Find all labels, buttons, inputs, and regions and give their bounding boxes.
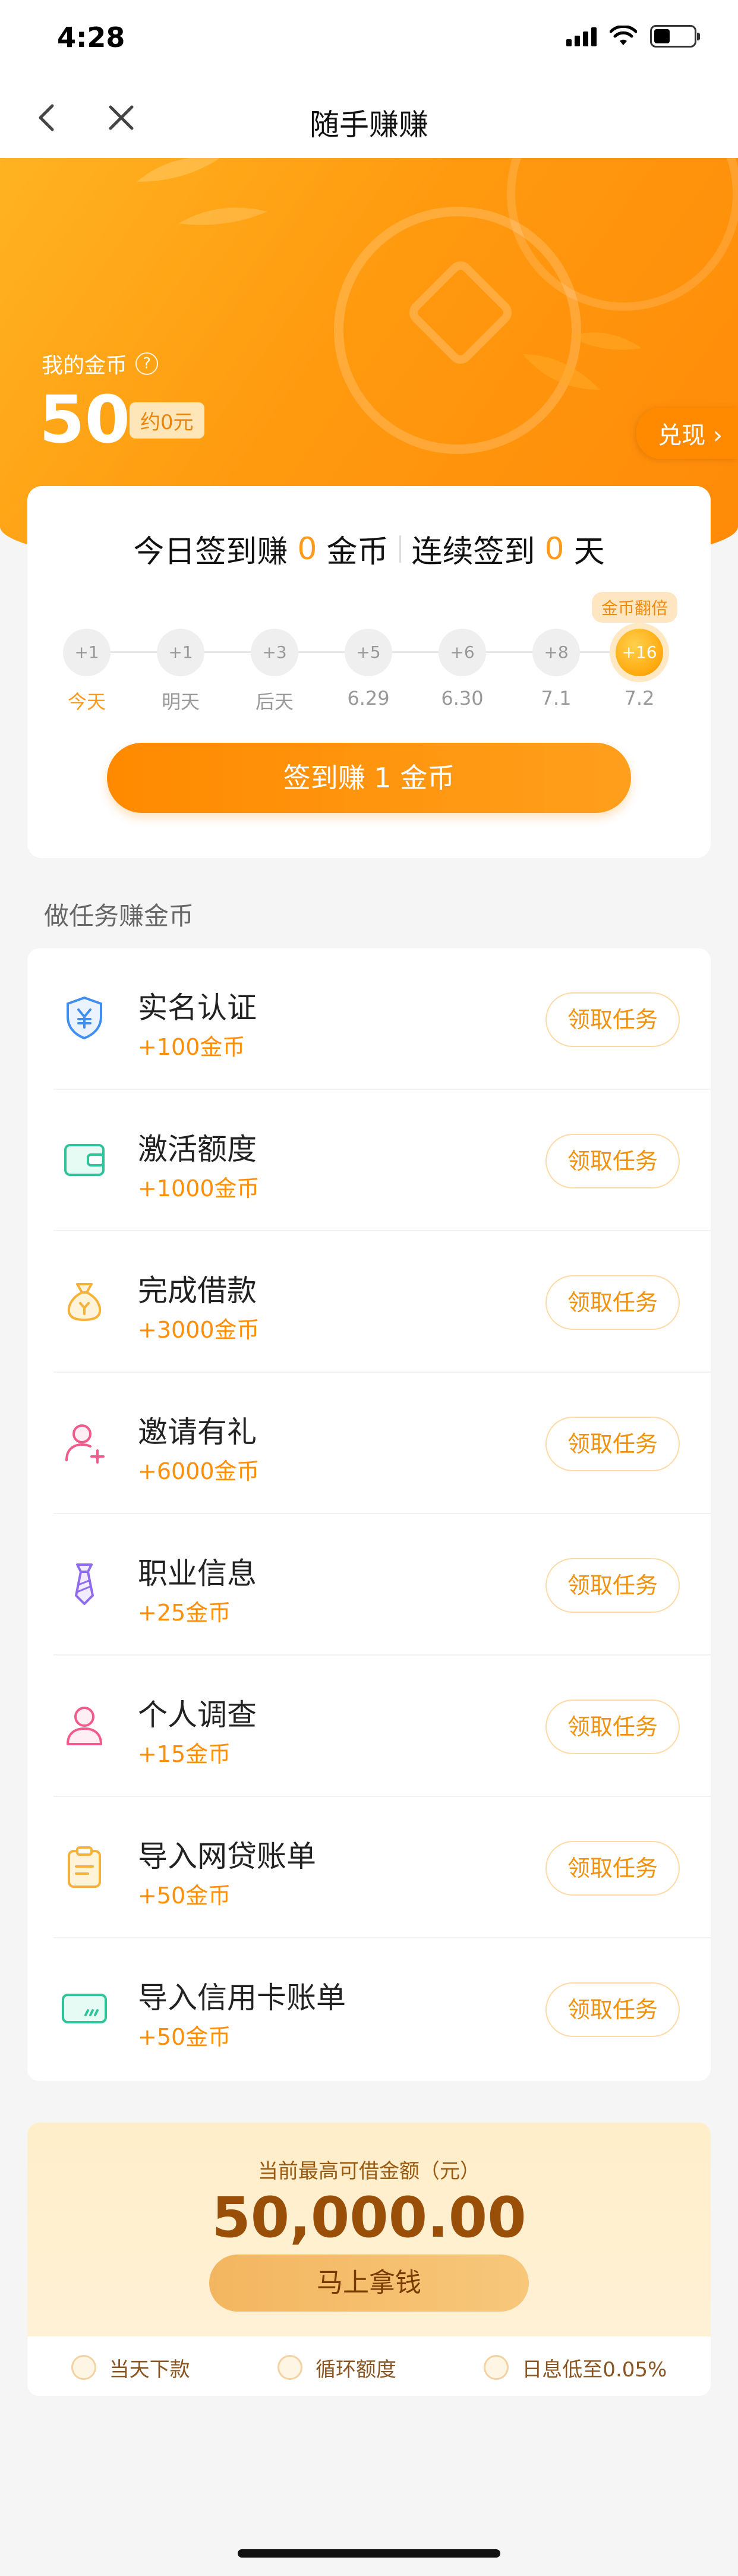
task-reward: +15金币 — [138, 1741, 231, 1767]
signin-button[interactable]: 签到赚 1 金币 — [107, 743, 631, 813]
list-item: 实名认证 +100金币 领取任务 — [27, 948, 711, 1090]
signin-day: +3 后天 — [251, 629, 298, 714]
loan-feature: 当天下款 — [71, 2353, 190, 2382]
shield-yen-icon — [67, 996, 102, 1040]
cellular-signal-icon — [566, 26, 597, 46]
status-bar: 4:28 — [0, 0, 738, 77]
task-reward: +50金币 — [138, 1883, 231, 1909]
task-reward: +3000金币 — [138, 1317, 260, 1343]
claim-task-button[interactable]: 领取任务 — [545, 992, 680, 1047]
task-name: 个人调查 — [138, 1698, 257, 1732]
loan-promo-banner: 当前最高可借金额（元） 50,000.00 马上拿钱 — [27, 2123, 711, 2337]
claim-task-button[interactable]: 领取任务 — [545, 1134, 680, 1188]
signin-day-label: 明天 — [161, 690, 200, 713]
loan-limit-label: 当前最高可借金额（元） — [258, 2159, 480, 2183]
task-reward: +1000金币 — [138, 1175, 260, 1202]
signin-day: +1 今天 — [63, 629, 111, 714]
clipboard-icon — [68, 1846, 101, 1888]
task-reward: +100金币 — [138, 1034, 245, 1060]
streak-days: 0 — [544, 531, 564, 567]
signin-headline: 今日签到赚 0 金币 连续签到 0 天 — [133, 531, 605, 570]
coin-balance: 50 — [39, 381, 131, 458]
page-title: 随手赚赚 — [310, 108, 428, 142]
claim-task-button[interactable]: 领取任务 — [545, 1841, 680, 1896]
signin-day-bonus: +1 — [157, 629, 204, 676]
signin-day-label: 7.2 — [624, 687, 655, 710]
signin-day-label: 后天 — [255, 690, 294, 713]
signin-day: +8 7.1 — [532, 629, 580, 710]
signin-day: +1 明天 — [157, 629, 204, 714]
task-name: 导入信用卡账单 — [138, 1981, 346, 2015]
list-item: 激活额度 +1000金币 领取任务 — [27, 1090, 711, 1231]
get-money-button[interactable]: 马上拿钱 — [209, 2255, 529, 2312]
signin-card: 今日签到赚 0 金币 连续签到 0 天 金币翻倍 +1 今天 +1 明天 +3 … — [27, 486, 711, 858]
tie-icon — [75, 1563, 94, 1605]
loan-feature: 循环额度 — [277, 2353, 396, 2382]
signin-day-label: 6.29 — [347, 687, 390, 710]
signin-day: +5 6.29 — [345, 629, 392, 710]
my-coins-label: 我的金币 ? — [42, 348, 159, 379]
task-name: 职业信息 — [138, 1556, 257, 1591]
claim-task-button[interactable]: 领取任务 — [545, 1558, 680, 1613]
signin-day-bonus: +6 — [439, 629, 486, 676]
list-item: 个人调查 +15金币 领取任务 — [27, 1656, 711, 1797]
signin-day: +6 6.30 — [439, 629, 486, 710]
divider — [399, 535, 401, 563]
task-name: 邀请有礼 — [138, 1415, 257, 1449]
loan-limit-amount: 50,000.00 — [212, 2186, 526, 2250]
gold-coin-icon: +16 — [616, 629, 663, 676]
section-title: 做任务赚金币 — [44, 901, 194, 931]
signin-day-bonus: +1 — [63, 629, 111, 676]
signin-day-label: 7.1 — [541, 687, 572, 710]
signin-day-label: 6.30 — [441, 687, 484, 710]
loan-features: 当天下款 循环额度 日息低至0.05% — [27, 2344, 711, 2391]
exchange-button[interactable]: 兑现 › — [636, 408, 738, 459]
task-reward: +6000金币 — [138, 1458, 260, 1484]
nav-bar: 随手赚赚 — [0, 77, 738, 158]
loan-promo-card: 当前最高可借金额（元） 50,000.00 马上拿钱 当天下款 循环额度 日息低… — [27, 2123, 711, 2396]
task-reward: +50金币 — [138, 2024, 231, 2050]
earned-coins-today: 0 — [297, 531, 317, 567]
task-name: 实名认证 — [138, 991, 257, 1025]
feature-icon — [71, 2355, 96, 2380]
claim-task-button[interactable]: 领取任务 — [545, 1275, 680, 1330]
claim-task-button[interactable]: 领取任务 — [545, 1700, 680, 1754]
claim-task-button[interactable]: 领取任务 — [545, 1417, 680, 1471]
status-icons — [566, 25, 700, 48]
signin-day: +16 7.2 — [616, 629, 663, 710]
claim-task-button[interactable]: 领取任务 — [545, 1982, 680, 2037]
invite-user-icon — [65, 1424, 105, 1464]
task-name: 激活额度 — [138, 1132, 257, 1166]
money-bag-icon — [67, 1283, 102, 1322]
wallet-icon — [64, 1144, 105, 1176]
task-name: 导入网贷账单 — [138, 1839, 316, 1874]
feature-icon — [484, 2355, 509, 2380]
list-item: 职业信息 +25金币 领取任务 — [27, 1514, 711, 1656]
list-item: 导入信用卡账单 +50金币 领取任务 — [27, 1938, 711, 2080]
list-item: 完成借款 +3000金币 领取任务 — [27, 1231, 711, 1373]
feature-icon — [277, 2355, 302, 2380]
loan-feature: 日息低至0.05% — [484, 2353, 667, 2382]
signin-day-label: 今天 — [67, 690, 106, 713]
task-list: 实名认证 +100金币 领取任务 激活额度 +1000金币 领取任务 完成借款 … — [27, 948, 711, 2081]
list-item: 导入网贷账单 +50金币 领取任务 — [27, 1797, 711, 1938]
double-coins-badge: 金币翻倍 — [592, 592, 678, 623]
wifi-icon — [610, 26, 637, 45]
list-item: 邀请有礼 +6000金币 领取任务 — [27, 1373, 711, 1514]
status-time: 4:28 — [57, 21, 125, 53]
help-icon[interactable]: ? — [135, 352, 159, 375]
signin-day-bonus: +5 — [345, 629, 392, 676]
signin-day-bonus: +3 — [251, 629, 298, 676]
home-indicator — [238, 2549, 500, 2558]
battery-icon — [650, 25, 700, 48]
task-reward: +25金币 — [138, 1600, 231, 1626]
credit-card-icon — [62, 1994, 107, 2023]
coin-approx-value: 约0元 — [130, 402, 204, 439]
task-name: 完成借款 — [138, 1273, 257, 1308]
signin-day-bonus: +8 — [532, 629, 580, 676]
user-icon — [67, 1707, 102, 1745]
